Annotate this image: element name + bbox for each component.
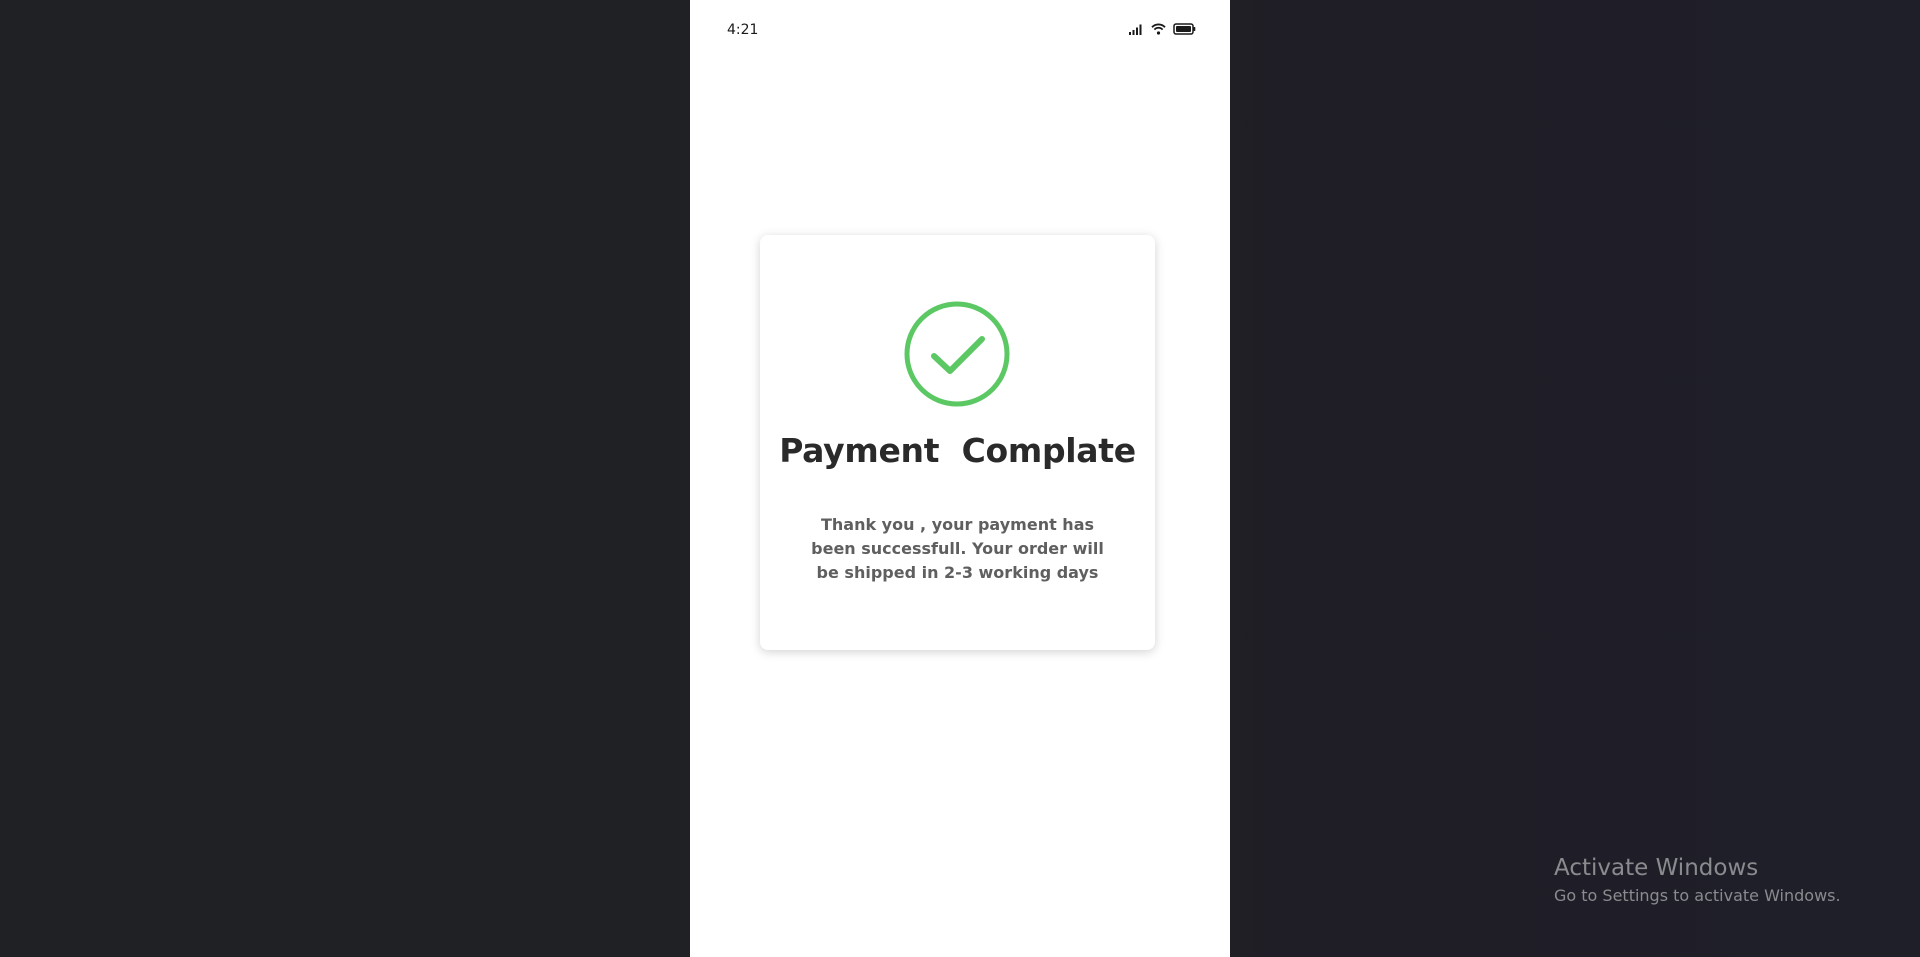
phone-screen: 4:21 Payment Complate Thank you , your p… (690, 0, 1230, 957)
wifi-icon (1151, 23, 1166, 35)
payment-message: Thank you , your payment has been succes… (811, 515, 1104, 582)
signal-icon (1128, 23, 1144, 35)
activate-windows-watermark: Activate Windows Go to Settings to activ… (1554, 853, 1841, 907)
status-time: 4:21 (727, 22, 759, 38)
desktop-background (0, 0, 690, 957)
activate-windows-title: Activate Windows (1554, 855, 1759, 881)
activate-windows-subtitle: Go to Settings to activate Windows. (1554, 886, 1841, 905)
payment-complete-card: Payment Complate Thank you , your paymen… (760, 235, 1155, 650)
status-bar: 4:21 (690, 0, 1230, 62)
battery-icon (1173, 23, 1196, 35)
check-circle-icon (904, 301, 1010, 407)
status-icons (1128, 23, 1196, 35)
payment-complete-title: Payment Complate (779, 431, 1136, 470)
